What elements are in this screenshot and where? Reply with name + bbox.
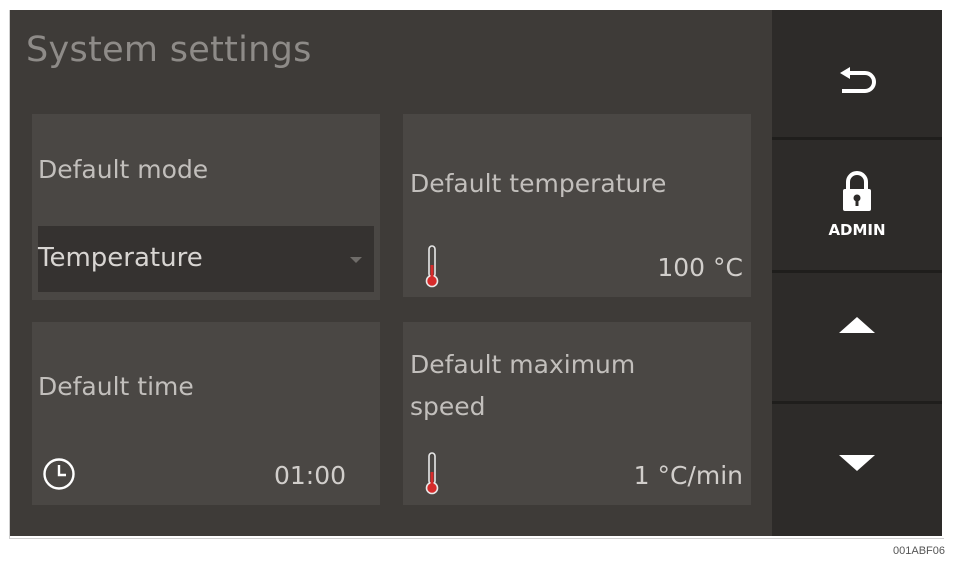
clock-icon <box>42 457 76 495</box>
arrow-up-icon <box>837 315 877 339</box>
default-max-speed-label-line2: speed <box>410 392 486 421</box>
scroll-down-button[interactable] <box>772 404 942 536</box>
default-temperature-tile[interactable]: Default temperature 100 °C <box>403 114 751 297</box>
default-mode-dropdown[interactable]: Temperature <box>38 226 374 292</box>
thermometer-icon <box>425 245 439 293</box>
default-time-label: Default time <box>38 372 194 401</box>
page-title: System settings <box>26 30 312 70</box>
default-mode-value: Temperature <box>38 243 203 273</box>
chevron-down-icon <box>350 257 362 263</box>
thermometer-icon <box>425 452 439 500</box>
default-time-value: 01:00 <box>273 461 346 490</box>
default-mode-tile: Default mode Temperature <box>32 114 380 300</box>
scroll-up-button[interactable] <box>772 273 942 401</box>
admin-label: ADMIN <box>828 221 886 239</box>
default-max-speed-label-line1: Default maximum <box>410 350 636 379</box>
default-mode-label: Default mode <box>38 155 209 184</box>
device-screen: System settings Default mode Temperature… <box>10 10 942 536</box>
default-temperature-value: 100 °C <box>657 253 743 282</box>
back-arrow-icon <box>836 66 878 105</box>
default-temperature-label: Default temperature <box>410 169 667 198</box>
back-button[interactable] <box>772 10 942 137</box>
arrow-down-icon <box>837 453 877 477</box>
default-time-tile[interactable]: Default time 01:00 <box>32 322 380 505</box>
sidebar: ADMIN <box>772 10 942 536</box>
default-max-speed-tile[interactable]: Default maximum speed 1 °C/min <box>403 322 751 505</box>
default-max-speed-value: 1 °C/min <box>633 461 743 490</box>
admin-button[interactable]: ADMIN <box>772 140 942 270</box>
figure-code: 001ABF06 <box>893 545 945 557</box>
padlock-icon <box>841 171 873 217</box>
